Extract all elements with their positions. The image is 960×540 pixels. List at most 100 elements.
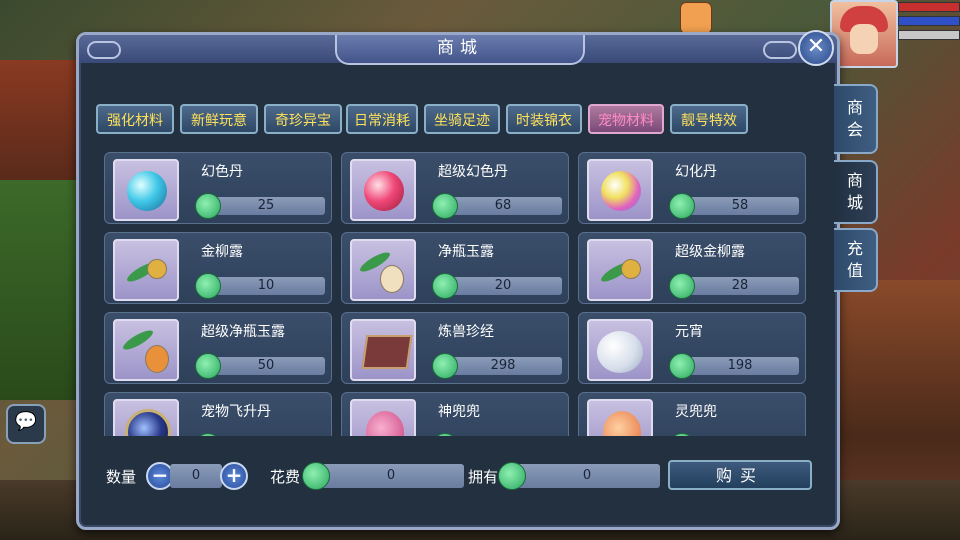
- item-name: 炼兽珍经: [438, 324, 494, 340]
- tab-fashion[interactable]: 时装锦衣: [506, 104, 582, 134]
- item-card[interactable]: 神兜兜: [341, 392, 569, 442]
- buy-button[interactable]: 购买: [668, 460, 812, 490]
- item-card[interactable]: 宠物飞升丹: [104, 392, 332, 442]
- item-name: 元宵: [675, 324, 703, 340]
- coin-icon: [195, 353, 221, 379]
- item-thumb: [350, 319, 416, 381]
- coin-icon: [669, 273, 695, 299]
- hp-bar: [898, 2, 960, 12]
- tab-treasure[interactable]: 奇珍异宝: [264, 104, 342, 134]
- side-tab-label: 商城: [846, 171, 863, 212]
- cost-label: 花费: [270, 468, 301, 486]
- item-thumb: [587, 239, 653, 301]
- item-name: 神兜兜: [438, 404, 480, 420]
- plus-button[interactable]: +: [220, 462, 248, 490]
- item-price: 25: [207, 197, 325, 215]
- item-thumb: [350, 159, 416, 221]
- tab-special-id[interactable]: 靓号特效: [670, 104, 748, 134]
- owned-label: 拥有: [468, 468, 499, 486]
- book-icon: [361, 335, 413, 369]
- rainbow-orb-icon: [601, 171, 641, 211]
- item-name: 宠物飞升丹: [201, 404, 271, 420]
- item-thumb: [113, 319, 179, 381]
- item-card[interactable]: 超级净瓶玉露 50: [104, 312, 332, 384]
- coin-icon: [498, 462, 526, 490]
- pet-avatar-icon[interactable]: [680, 2, 712, 34]
- item-price: 68: [444, 197, 562, 215]
- red-orb-icon: [364, 171, 404, 211]
- item-grid: 幻色丹 25 超级幻色丹 68 幻化丹 58 金柳露 10 净瓶玉露 20 超级…: [96, 146, 816, 442]
- panel-title: 商城: [335, 35, 585, 65]
- coin-icon: [669, 193, 695, 219]
- blue-orb-icon: [127, 171, 167, 211]
- coin-icon: [432, 193, 458, 219]
- side-tab-mall[interactable]: 商城: [834, 160, 878, 224]
- coin-icon: [302, 462, 330, 490]
- portrait-face: [850, 24, 878, 54]
- sp-bar: [898, 30, 960, 40]
- item-card[interactable]: 元宵 198: [578, 312, 806, 384]
- item-card[interactable]: 超级幻色丹 68: [341, 152, 569, 224]
- item-card[interactable]: 灵兜兜: [578, 392, 806, 442]
- close-button[interactable]: ✕: [798, 30, 834, 66]
- coin-icon: [432, 353, 458, 379]
- player-portrait[interactable]: [830, 0, 898, 68]
- grid-bottom-edge: [96, 436, 816, 444]
- item-price: 50: [207, 357, 325, 375]
- item-card[interactable]: 净瓶玉露 20: [341, 232, 569, 304]
- item-price: 198: [681, 357, 799, 375]
- side-tab-label: 充值: [846, 239, 863, 280]
- item-thumb: [587, 159, 653, 221]
- title-ornament-right: [763, 41, 797, 59]
- item-name: 净瓶玉露: [438, 244, 494, 260]
- item-card[interactable]: 幻化丹 58: [578, 152, 806, 224]
- tab-daily[interactable]: 日常消耗: [346, 104, 418, 134]
- player-status-bars: [898, 2, 960, 44]
- side-tab-guild-shop[interactable]: 商会: [834, 84, 878, 154]
- gourd-icon: [621, 259, 641, 279]
- item-thumb: [113, 159, 179, 221]
- item-price: 10: [207, 277, 325, 295]
- tab-strengthen[interactable]: 强化材料: [96, 104, 174, 134]
- item-card[interactable]: 金柳露 10: [104, 232, 332, 304]
- vase-icon: [380, 265, 404, 293]
- item-name: 金柳露: [201, 244, 243, 260]
- quantity-label: 数量: [106, 468, 137, 486]
- item-name: 超级金柳露: [675, 244, 745, 260]
- item-card[interactable]: 超级金柳露 28: [578, 232, 806, 304]
- quantity-input[interactable]: 0: [170, 464, 222, 488]
- item-price: 58: [681, 197, 799, 215]
- item-name: 超级幻色丹: [438, 164, 508, 180]
- side-tab-label: 商会: [846, 98, 863, 139]
- item-card[interactable]: 炼兽珍经 298: [341, 312, 569, 384]
- background-grass: [0, 180, 80, 400]
- item-thumb: [113, 239, 179, 301]
- item-thumb: [587, 319, 653, 381]
- item-price: 20: [444, 277, 562, 295]
- coin-icon: [195, 273, 221, 299]
- coin-icon: [432, 273, 458, 299]
- item-price: 298: [444, 357, 562, 375]
- background-roof: [0, 60, 80, 180]
- item-card[interactable]: 幻色丹 25: [104, 152, 332, 224]
- item-price: 28: [681, 277, 799, 295]
- tab-novelty[interactable]: 新鲜玩意: [180, 104, 258, 134]
- gourd-icon: [147, 259, 167, 279]
- gourd-icon: [145, 345, 169, 373]
- tab-pet-material[interactable]: 宠物材料: [588, 104, 664, 134]
- item-name: 幻化丹: [675, 164, 717, 180]
- chat-icon[interactable]: 💬: [6, 404, 46, 444]
- cost-field: 0: [318, 464, 464, 488]
- owned-field: 0: [514, 464, 660, 488]
- item-name: 灵兜兜: [675, 404, 717, 420]
- item-name: 超级净瓶玉露: [201, 324, 285, 340]
- mp-bar: [898, 16, 960, 26]
- item-thumb: [350, 239, 416, 301]
- rice-ball-icon: [597, 331, 643, 373]
- coin-icon: [195, 193, 221, 219]
- item-name: 幻色丹: [201, 164, 243, 180]
- side-tab-recharge[interactable]: 充值: [834, 228, 878, 292]
- title-ornament-left: [87, 41, 121, 59]
- coin-icon: [669, 353, 695, 379]
- tab-mount[interactable]: 坐骑足迹: [424, 104, 500, 134]
